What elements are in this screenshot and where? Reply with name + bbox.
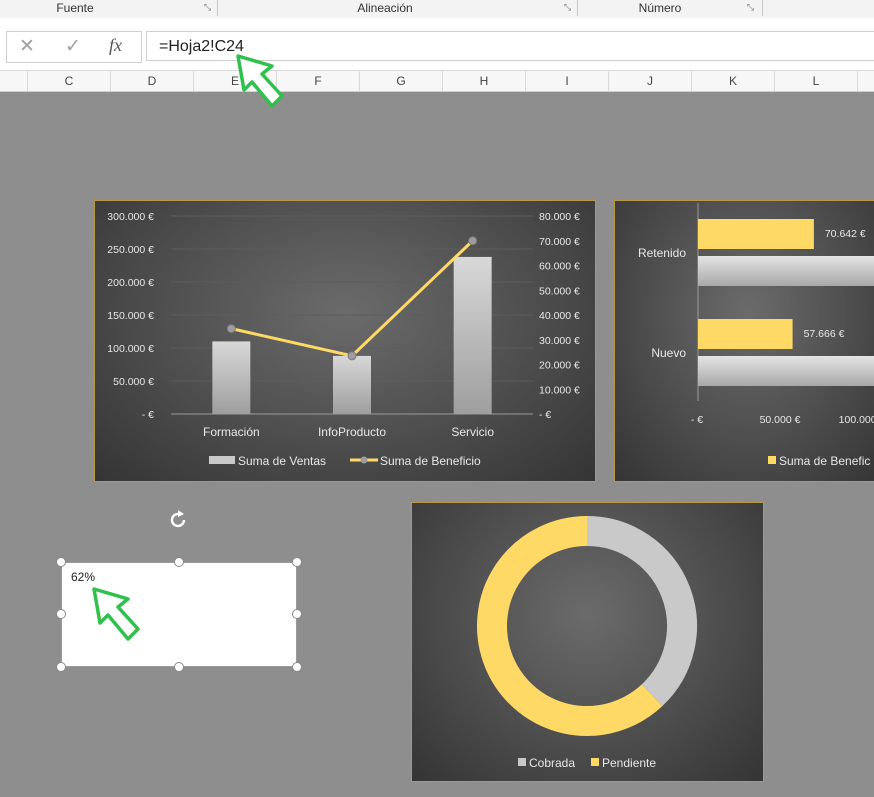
y-right-tick-label: 50.000 € — [539, 285, 580, 297]
bar-data-label: 57.666 € — [804, 328, 845, 340]
ribbon-group-fuente: Fuente — [20, 1, 130, 15]
horizontal-bar-chart-svg: 70.642 € Retenido 57.666 € Nuevo - € 50.000 €… — [638, 203, 874, 468]
resize-handle-top-left[interactable] — [56, 557, 66, 567]
green-arrow-icon — [92, 587, 140, 641]
y-right-tick-label: 80.000 € — [539, 211, 580, 223]
ribbon-group-numero: Número — [610, 1, 710, 15]
bar-ventas — [698, 256, 874, 286]
resize-handle-bottom-right[interactable] — [292, 662, 302, 672]
bar-ventas — [453, 256, 492, 414]
y-left-tick-label: 250.000 € — [107, 244, 154, 256]
y-right-tick-label: 10.000 € — [539, 384, 580, 396]
y-category-label: Nuevo — [651, 346, 686, 360]
column-header[interactable]: K — [692, 71, 775, 91]
donut-chart-svg: Cobrada Pendiente — [477, 516, 697, 770]
y-right-tick-label: 60.000 € — [539, 261, 580, 273]
green-arrow-icon — [236, 54, 284, 108]
ribbon-group-label: Número — [638, 1, 682, 15]
x-tick-label: 50.000 € — [760, 414, 801, 426]
x-tick-label: - € — [691, 414, 703, 426]
dialog-launcher-icon[interactable]: ⤡ — [745, 2, 756, 13]
legend-label: Suma de Ventas — [238, 454, 326, 468]
y-left-tick-label: 200.000 € — [107, 277, 154, 289]
formula-buttons: ✕ ✓ fx — [6, 31, 142, 63]
resize-handle-left[interactable] — [56, 609, 66, 619]
x-category-label: InfoProducto — [318, 425, 386, 439]
column-header[interactable]: L — [775, 71, 858, 91]
ribbon-separator — [577, 0, 578, 16]
y-left-tick-label: 150.000 € — [107, 310, 154, 322]
ribbon-separator — [762, 0, 763, 16]
legend-label: Suma de Benefic — [779, 454, 870, 468]
resize-handle-top[interactable] — [174, 557, 184, 567]
bar-beneficio — [698, 319, 793, 349]
y-right-tick-label: 20.000 € — [539, 360, 580, 372]
shape-value-text: 62% — [71, 570, 96, 584]
x-tick-label: 100.000 € — [839, 414, 874, 426]
y-left-tick-label: - € — [142, 409, 154, 421]
formula-bar: ✕ ✓ fx =Hoja2!C24 — [0, 18, 874, 70]
line-marker — [468, 236, 478, 246]
cancel-icon[interactable]: ✕ — [19, 35, 35, 58]
bar-ventas — [212, 341, 251, 414]
line-marker — [347, 351, 357, 361]
legend-label: Suma de Beneficio — [380, 454, 481, 468]
ribbon-group-label: Fuente — [56, 1, 94, 15]
legend-swatch-ventas — [209, 456, 235, 464]
column-header[interactable]: C — [28, 71, 111, 91]
legend-label: Pendiente — [602, 756, 656, 770]
column-header[interactable]: I — [526, 71, 609, 91]
y-category-label: Retenido — [638, 246, 686, 260]
legend-swatch-beneficio — [768, 456, 776, 464]
donut-chart[interactable]: Cobrada Pendiente — [411, 502, 764, 782]
bar-ventas — [333, 355, 371, 414]
column-header[interactable]: J — [609, 71, 692, 91]
bar-ventas — [698, 356, 874, 386]
donut-slice-pendiente — [477, 516, 663, 736]
ribbon-group-bar: Fuente ⤡ Alineación ⤡ Número ⤡ — [0, 0, 874, 19]
horizontal-bar-chart[interactable]: 70.642 € Retenido 57.666 € Nuevo - € 50.000 €… — [614, 200, 874, 482]
enter-check-icon[interactable]: ✓ — [65, 35, 81, 58]
legend-swatch-cobrada — [518, 758, 526, 766]
legend-marker — [360, 456, 368, 464]
insert-function-icon[interactable]: fx — [109, 35, 122, 56]
line-marker — [226, 324, 236, 334]
resize-handle-right[interactable] — [292, 609, 302, 619]
column-header[interactable]: H — [443, 71, 526, 91]
resize-handle-top-right[interactable] — [292, 557, 302, 567]
dialog-launcher-icon[interactable]: ⤡ — [562, 2, 573, 13]
combo-chart-svg: - € 50.000 € 100.000 € 150.000 € 200.000 € 25… — [107, 211, 580, 468]
legend-label: Cobrada — [529, 756, 575, 770]
bar-beneficio — [698, 219, 814, 249]
ribbon-group-alineacion: Alineación — [300, 1, 470, 15]
y-right-tick-label: - € — [539, 409, 551, 421]
column-header-partial[interactable] — [0, 71, 28, 91]
y-right-tick-label: 30.000 € — [539, 335, 580, 347]
column-header[interactable]: D — [111, 71, 194, 91]
y-left-tick-label: 50.000 € — [113, 376, 154, 388]
y-right-tick-label: 40.000 € — [539, 310, 580, 322]
dialog-launcher-icon[interactable]: ⤡ — [202, 2, 213, 13]
bar-data-label: 70.642 € — [825, 228, 866, 240]
resize-handle-bottom-left[interactable] — [56, 662, 66, 672]
resize-handle-bottom[interactable] — [174, 662, 184, 672]
x-category-label: Servicio — [451, 425, 494, 439]
donut-slice-cobrada — [586, 516, 697, 707]
y-left-tick-label: 100.000 € — [107, 343, 154, 355]
y-right-tick-label: 70.000 € — [539, 236, 580, 248]
ribbon-group-label: Alineación — [357, 1, 413, 15]
x-category-label: Formación — [203, 425, 260, 439]
combo-chart[interactable]: - € 50.000 € 100.000 € 150.000 € 200.000 € 25… — [94, 200, 596, 482]
rotate-handle-icon[interactable] — [166, 508, 190, 532]
y-left-tick-label: 300.000 € — [107, 211, 154, 223]
ribbon-separator — [217, 0, 218, 16]
line-beneficio — [231, 239, 474, 358]
column-header[interactable]: G — [360, 71, 443, 91]
column-headers: C D E F G H I J K L — [0, 70, 874, 92]
legend-swatch-pendiente — [591, 758, 599, 766]
